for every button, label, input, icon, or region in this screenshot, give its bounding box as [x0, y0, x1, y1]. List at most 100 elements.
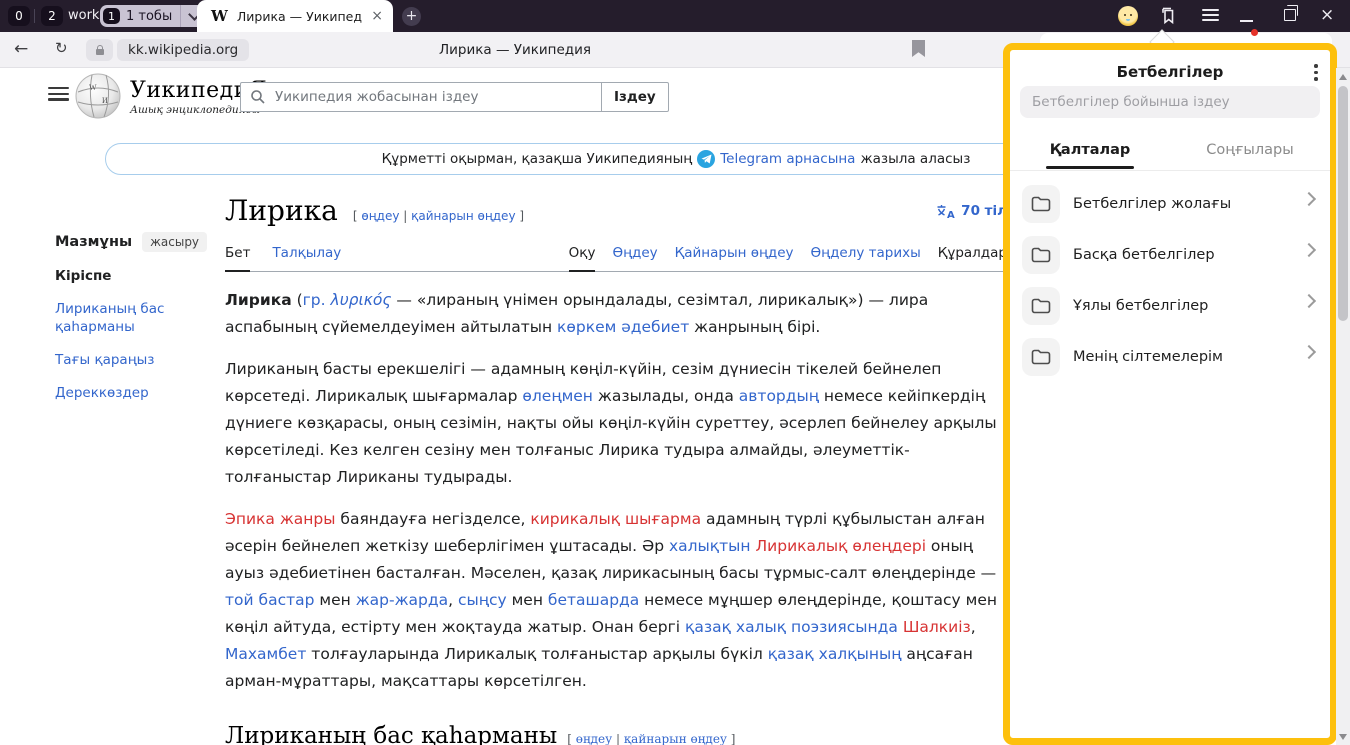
svg-text:W: W — [89, 83, 97, 92]
bookmarks-panel: Бетбелгілер Қалталар Соңғылары Бетбелгіл… — [1003, 43, 1337, 745]
bookmarks-panel-icon[interactable] — [1158, 6, 1178, 26]
inline-link[interactable]: өңдеу — [361, 209, 399, 223]
work-group-count-badge[interactable]: 2 — [41, 6, 63, 26]
inline-link[interactable]: λυρικός — [331, 291, 392, 309]
inline-text: жанрының бірі. — [689, 318, 820, 336]
toc-item-tagy-qaranyz[interactable]: Тағы қараңыз — [55, 351, 195, 369]
wikipedia-favicon: W — [211, 7, 228, 25]
inline-link[interactable]: Махамбет — [225, 645, 306, 663]
language-count: 70 тіл — [961, 203, 1007, 219]
window-minimize-button[interactable] — [1240, 20, 1253, 22]
profile-avatar[interactable] — [1118, 6, 1138, 26]
article-title: Лирика — [225, 194, 338, 227]
folder-list: Бетбелгілер жолағы Басқа бетбелгілер Ұял… — [1010, 178, 1330, 382]
inline-link[interactable]: автордың — [739, 387, 819, 405]
paragraph-intro: Лирика (гр. λυρικός — «лираның үнімен ор… — [225, 287, 1007, 341]
toc-item-derekkozder[interactable]: Дереккөздер — [55, 384, 195, 402]
title-edit-links[interactable]: [ өңдеу | қайнарын өңдеу ] — [353, 209, 524, 223]
wiki-search-input[interactable] — [273, 88, 601, 106]
kebab-menu-icon[interactable] — [1314, 64, 1318, 84]
toc-title: Мазмұны — [55, 234, 132, 250]
toc-hide-button[interactable]: жасыру — [142, 232, 207, 252]
new-tab-button[interactable]: + — [402, 7, 421, 26]
inline-link[interactable]: қазақ халқының — [768, 645, 902, 663]
tab-edit[interactable]: Өңдеу — [612, 239, 657, 271]
inline-text: ( — [292, 291, 303, 309]
avatar-eye — [1130, 14, 1132, 16]
wiki-search-button[interactable]: Іздеу — [601, 82, 669, 112]
svg-text:A: A — [947, 210, 955, 219]
panel-tabs: Қалталар Соңғылары — [1010, 134, 1330, 171]
folder-label: Менің сілтемелерім — [1073, 349, 1223, 365]
folder-icon — [1022, 185, 1060, 223]
active-tab[interactable]: W Лирика — Уикипедия × — [197, 0, 393, 32]
inline-link[interactable]: көркем әдебиет — [557, 318, 689, 336]
inline-link[interactable]: өлеңмен — [522, 387, 593, 405]
folder-label: Басқа бетбелгілер — [1073, 247, 1215, 263]
scrollbar-up-arrow[interactable] — [1339, 74, 1347, 80]
inline-text: жазылады, онда — [593, 387, 739, 405]
folder-row-bookmarks-bar[interactable]: Бетбелгілер жолағы — [1010, 178, 1330, 229]
wikipedia-logo[interactable]: W И — [74, 72, 122, 120]
chevron-right-icon — [1302, 294, 1316, 308]
chevron-right-icon — [1302, 345, 1316, 359]
tab-close-icon[interactable]: × — [371, 8, 383, 24]
inline-text: Лирика — [225, 291, 292, 309]
tab-group-pill[interactable]: 1 1 тобы — [100, 5, 207, 27]
tab-tools[interactable]: Құралдар — [938, 239, 1007, 271]
folder-row-mobile-bookmarks[interactable]: Ұялы бетбелгілер — [1010, 280, 1330, 331]
folder-icon — [1022, 338, 1060, 376]
inline-link[interactable]: өңдеу — [576, 732, 612, 745]
tab-recent[interactable]: Соңғылары — [1170, 134, 1330, 170]
inline-link[interactable]: беташарда — [548, 591, 639, 609]
bookmarks-search-input[interactable] — [1020, 94, 1320, 110]
tab-folders[interactable]: Қалталар — [1010, 134, 1170, 170]
folder-row-my-links[interactable]: Менің сілтемелерім — [1010, 331, 1330, 382]
tab-history[interactable]: Өңделу тарихы — [811, 239, 921, 271]
inline-link[interactable]: кирикалық шығарма — [530, 510, 701, 528]
inline-link[interactable]: Шалкиіз — [903, 618, 971, 636]
avatar-eye — [1124, 14, 1126, 16]
bookmarks-search-box[interactable] — [1020, 86, 1320, 118]
toc-item-kirispe[interactable]: Кіріспе — [55, 267, 195, 285]
table-of-contents: Мазмұны жасыру Кіріспе Лириканың бас қаһ… — [55, 232, 195, 402]
group-count-badge: 1 — [103, 8, 120, 24]
inline-link[interactable]: қайнарын өңдеу — [411, 209, 515, 223]
inline-text: ] — [727, 732, 736, 745]
tab-edit-source[interactable]: Қайнарын өңдеу — [675, 239, 794, 271]
inline-link[interactable]: Лирикалық өлеңдері — [756, 537, 927, 555]
work-group-label[interactable]: work — [68, 8, 99, 23]
translate-icon: A — [936, 204, 955, 219]
window-restore-button[interactable] — [1284, 9, 1296, 21]
inline-link[interactable]: той бастар — [225, 591, 314, 609]
inline-link[interactable]: Эпика жанры — [225, 510, 336, 528]
scrollbar-down-arrow[interactable] — [1339, 734, 1347, 740]
inline-link[interactable]: қайнарын өңдеу — [624, 732, 727, 745]
inline-link[interactable]: сыңсу — [458, 591, 507, 609]
inline-text: мен — [314, 591, 355, 609]
folder-label: Бетбелгілер жолағы — [1073, 196, 1231, 212]
inline-link[interactable]: жар-жарда — [356, 591, 448, 609]
wiki-hamburger-icon[interactable] — [48, 87, 69, 101]
tab-talk[interactable]: Талқылау — [272, 239, 341, 271]
tab-title: Лирика — Уикипедия — [237, 9, 362, 24]
inline-link[interactable]: қазақ халық поэзиясында — [685, 618, 898, 636]
telegram-channel-link[interactable]: Telegram арнасына — [720, 151, 855, 167]
pinned-tabs-badge[interactable]: 0 — [8, 6, 30, 26]
window-close-button[interactable]: × — [1320, 5, 1334, 25]
tab-read[interactable]: Оқу — [569, 239, 596, 272]
tab-page[interactable]: Бет — [225, 239, 250, 272]
wiki-search-box[interactable] — [240, 82, 602, 112]
browser-menu-icon[interactable] — [1202, 9, 1219, 22]
page-scrollbar[interactable] — [1336, 68, 1350, 745]
section-edit-links[interactable]: [ өңдеу | қайнарын өңдеу ] — [567, 732, 735, 745]
banner-text-post: жазыла аласыз — [860, 151, 970, 167]
toc-item-bas-qaharmany[interactable]: Лириканың бас қаһарманы — [55, 300, 195, 336]
inline-link[interactable]: халықтын — [669, 537, 751, 555]
language-selector[interactable]: A 70 тіл — [936, 203, 1007, 219]
inline-text: ] — [516, 209, 525, 223]
inline-text: толғауларында Лирикалық толғаныстар арқы… — [306, 645, 767, 663]
folder-row-other-bookmarks[interactable]: Басқа бетбелгілер — [1010, 229, 1330, 280]
inline-link[interactable]: гр. — [303, 291, 326, 309]
scrollbar-thumb[interactable] — [1338, 86, 1348, 321]
